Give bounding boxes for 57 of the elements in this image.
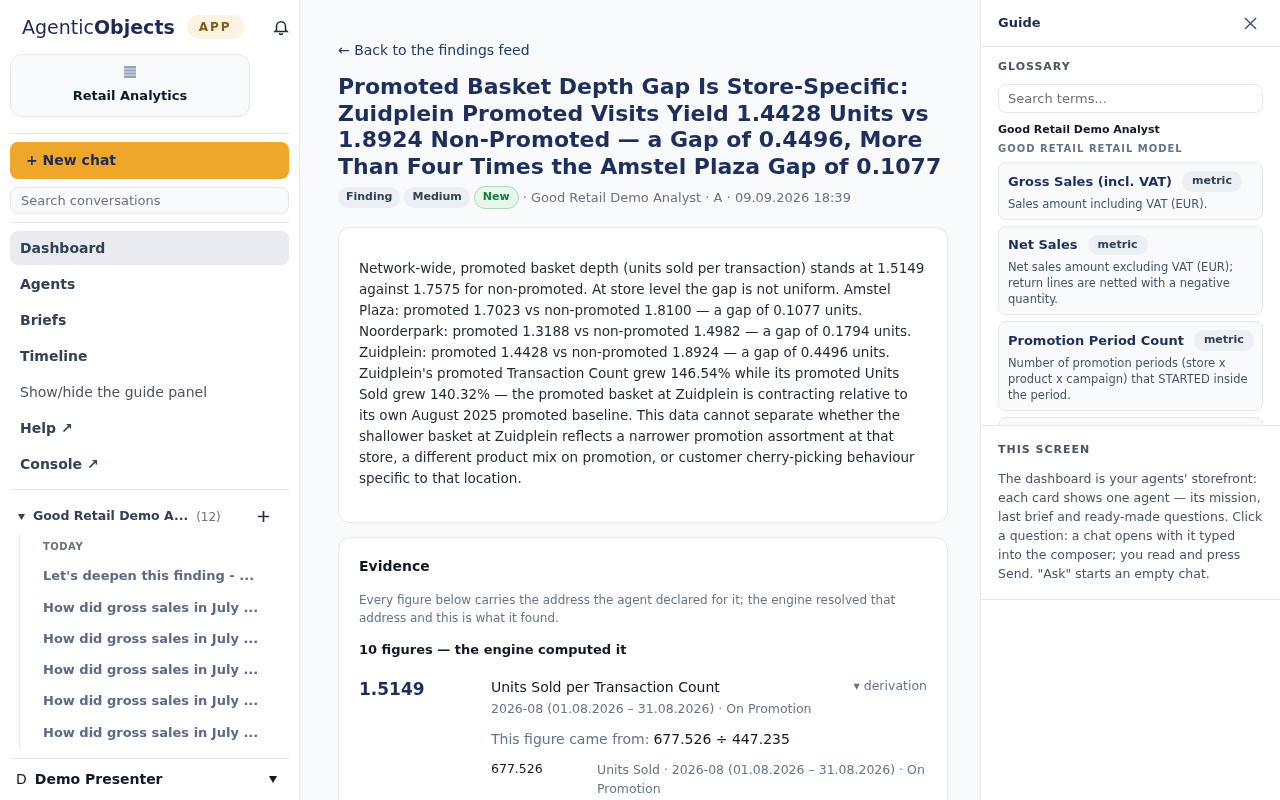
nav-item[interactable]: Agents: [10, 267, 289, 302]
summary-text: Network-wide, promoted basket depth (units sold per transaction) stands at 1.5149 against 1.7575 for non-promoted. At store level the gap is not uniform. Amstel Plaza: promoted 1.7023 vs non-promoted 1.8100 — a gap of 0.1077 units. Noorderpark: promoted 1.3188 vs non-promoted 1.4982 — a gap of 0.1794 units. Zuidplein: promoted 1.4428 vs non-promoted 1.8924 — a gap of 0.4496 units. Zuidplein's promoted Transaction Count grew 146.54% while its promoted Units Sold grew 140.32% — the promoted basket at Zuidplein is contracting relative to its own August 2025 promoted baseline. This data cannot separate whether the shallower basket at Zuidplein reflects a narrower promotion assortment at that store, a different product mix on promotion, or customer cherry-picking behaviour specific to that location.: [359, 258, 926, 488]
figure-address: 2026-08 (01.08.2026 – 31.08.2026) · On Promotion: [491, 700, 813, 718]
term-tag: metric: [1182, 171, 1242, 192]
guide-title: Guide: [998, 14, 1041, 33]
nav-item[interactable]: Dashboard: [10, 231, 289, 266]
finding-title: Promoted Basket Depth Gap Is Store-Specific: Zuidplein Promoted Visits Yield 1.4428 Units vs 1.8924 Non-Promoted — a Gap of 0.4496, More Than Four Times the Amstel Plaza Gap of 0.1077: [338, 74, 943, 180]
term-tag: metric: [1193, 330, 1254, 351]
new-chat-button[interactable]: + New chat: [10, 141, 289, 179]
term-tag: metric: [1087, 234, 1148, 255]
nav-item[interactable]: Briefs: [10, 303, 289, 338]
glossary-search-field[interactable]: Search terms...: [998, 83, 1263, 113]
term-description: Sales amount including VAT (EUR).: [1008, 195, 1209, 212]
glossary-heading: GLOSSARY: [998, 59, 1072, 75]
input-value: 677.526: [491, 759, 544, 778]
model-name: GOOD RETAIL RETAIL MODEL: [998, 142, 1184, 156]
chat-count: (12): [196, 508, 221, 526]
tag: Medium: [404, 187, 470, 208]
chat-item[interactable]: How did gross sales in July ...: [43, 716, 289, 749]
nav-item[interactable]: Timeline: [10, 339, 289, 374]
brand-name: AgenticObjects: [22, 14, 175, 40]
workspace-card[interactable]: Retail Analytics: [10, 53, 250, 117]
chat-item[interactable]: Let's deepen this finding - ...: [43, 560, 289, 592]
screen-heading: THIS SCREEN: [998, 442, 1092, 458]
figure-count: 10 figures — the engine computed it: [359, 640, 628, 659]
app-badge: APP: [186, 14, 244, 39]
figure-name: Units Sold per Transaction Count: [491, 678, 720, 697]
chat-item[interactable]: How did gross sales in July ...: [43, 685, 289, 717]
term-name: Promotion Period Count: [1008, 331, 1184, 350]
nav-item[interactable]: Help ↗: [10, 411, 289, 446]
input-address: Units Sold · 2026-08 (01.08.2026 – 31.08.2026) · On Promotion: [597, 760, 926, 798]
evidence-heading: Evidence: [359, 556, 431, 576]
figure-value: 1.5149: [359, 678, 426, 701]
agent-group-name[interactable]: Good Retail Demo A...: [33, 507, 189, 527]
nav-item[interactable]: Show/hide the guide panel: [10, 375, 289, 410]
source-formula: 677.526 ÷ 447.235: [653, 729, 790, 749]
chat-item[interactable]: How did gross sales in July ...: [43, 591, 289, 623]
term-name: Net Sales: [1008, 236, 1078, 254]
term-description: Net sales amount excluding VAT (EUR); return lines are netted with a negative quantity.: [1008, 259, 1235, 307]
agent-name: Good Retail Demo Analyst: [998, 121, 1161, 138]
evidence-intro: Every figure below carries the address the agent declared for it; the engine resolved that address and this is what it found.: [359, 591, 897, 627]
screen-description: The dashboard is your agents' storefront: each card shows one agent — its mission, last brief and ready-made questions. Click a question: a chat opens with it typed into the composer; you read and press Send. "Ask" starts an empty chat.: [998, 469, 1263, 583]
back-link[interactable]: ← Back to the findings feed: [338, 40, 530, 61]
user-initial: D: [16, 770, 27, 790]
section-label: TODAY: [43, 540, 85, 555]
source-label: This figure came from:: [491, 729, 650, 749]
chat-item[interactable]: How did gross sales in July ...: [43, 622, 289, 655]
tag: Finding: [338, 187, 401, 208]
term-name: Gross Sales (incl. VAT): [1008, 172, 1172, 191]
term-description: Number of promotion periods (store x product x campaign) that STARTED inside the period.: [1008, 354, 1249, 403]
search-field[interactable]: Search conversations: [10, 186, 289, 215]
finding-meta: · Good Retail Demo Analyst · A · 09.09.2026 18:39: [522, 188, 851, 207]
chat-item[interactable]: How did gross sales in July ...: [43, 654, 289, 686]
user-name[interactable]: Demo Presenter: [34, 769, 163, 791]
derivation-toggle[interactable]: ▾ derivation: [853, 677, 927, 696]
tag: New: [473, 186, 519, 209]
nav-item[interactable]: Console ↗: [10, 447, 289, 482]
